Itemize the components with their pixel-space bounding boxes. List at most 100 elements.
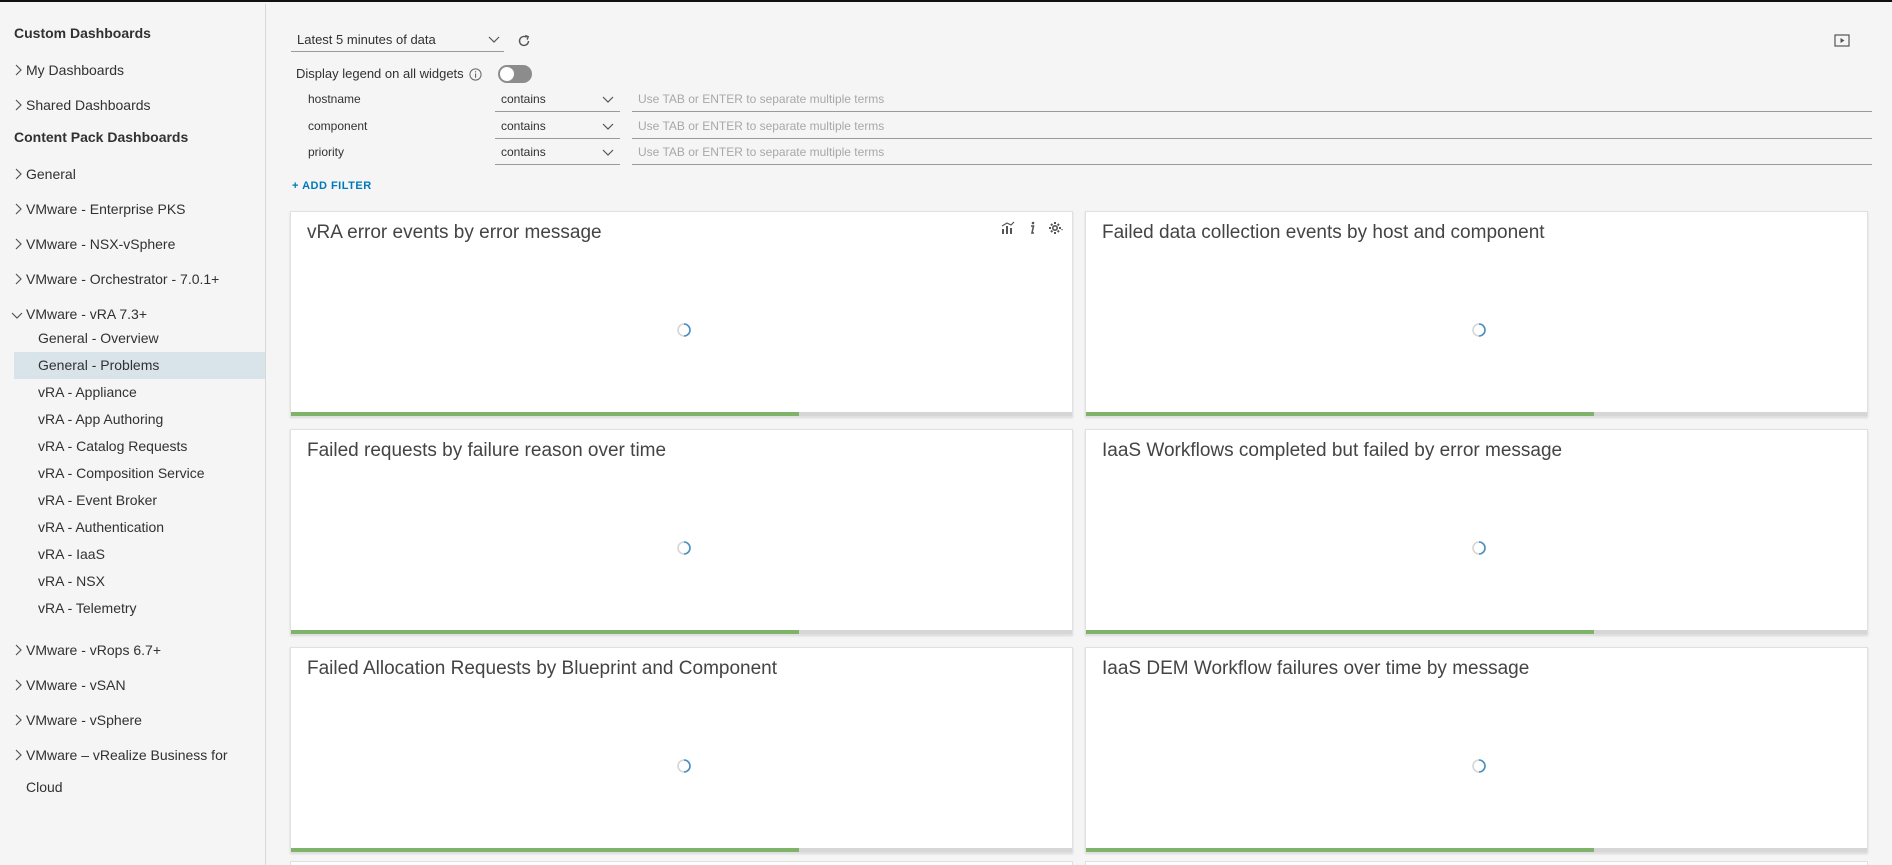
sidebar-item-vra-authentication[interactable]: vRA - Authentication bbox=[14, 514, 265, 541]
sidebar-item-vra-iaas[interactable]: vRA - IaaS bbox=[14, 541, 265, 568]
widget-title: IaaS DEM Workflow failures over time by … bbox=[1102, 658, 1530, 679]
spinner-icon bbox=[1472, 541, 1486, 555]
sidebar-group-vsphere[interactable]: VMware - vSphere bbox=[0, 704, 265, 739]
sidebar-item-vra-catalog-requests[interactable]: vRA - Catalog Requests bbox=[14, 433, 265, 460]
widget-card: Failed data collection events by host an… bbox=[1085, 211, 1868, 417]
sidebar-item-vra-appliance[interactable]: vRA - Appliance bbox=[14, 379, 265, 406]
loading-progress-bar bbox=[1086, 412, 1867, 416]
sidebar-group-nsx-vsphere[interactable]: VMware - NSX-vSphere bbox=[0, 228, 265, 263]
time-range-value: Latest 5 minutes of data bbox=[297, 32, 436, 47]
filter-terms-input[interactable]: Use TAB or ENTER to separate multiple te… bbox=[632, 88, 1872, 112]
content-pack-dashboards-title: Content Pack Dashboards bbox=[14, 129, 189, 145]
sidebar-item-general-problems[interactable]: General - Problems bbox=[14, 352, 265, 379]
widget-title: vRA error events by error message bbox=[307, 222, 602, 243]
time-range-select[interactable]: Latest 5 minutes of data bbox=[291, 30, 504, 52]
spinner-icon bbox=[677, 541, 691, 555]
filter-field-label: hostname bbox=[308, 92, 361, 106]
chevron-right-icon bbox=[15, 203, 22, 215]
filter-operator-value: contains bbox=[501, 92, 546, 106]
chevron-right-icon bbox=[15, 749, 22, 761]
spinner-icon bbox=[677, 759, 691, 773]
sidebar-group-label: VMware - NSX-vSphere bbox=[26, 236, 176, 252]
sidebar-item-vra-telemetry[interactable]: vRA - Telemetry bbox=[14, 595, 265, 622]
widget-card: Failed requests by failure reason over t… bbox=[290, 429, 1073, 635]
sidebar-group-label: Shared Dashboards bbox=[26, 97, 151, 113]
sidebar-group-orchestrator[interactable]: VMware - Orchestrator - 7.0.1+ bbox=[0, 263, 265, 298]
filter-terms-input[interactable]: Use TAB or ENTER to separate multiple te… bbox=[632, 141, 1872, 165]
chevron-right-icon bbox=[15, 714, 22, 726]
widget-card: Failed Allocation Requests by Blueprint … bbox=[290, 647, 1073, 853]
sidebar-item-vra-nsx[interactable]: vRA - NSX bbox=[14, 568, 265, 595]
sidebar-group-enterprise-pks[interactable]: VMware - Enterprise PKS bbox=[0, 193, 265, 228]
widget-card: IaaS DEM Workflow failures over time by … bbox=[1085, 647, 1868, 853]
chevron-right-icon bbox=[15, 168, 22, 180]
sidebar-group-label: VMware - vSphere bbox=[26, 712, 142, 728]
filter-operator-select[interactable]: contains bbox=[495, 141, 620, 165]
chevron-down-icon bbox=[602, 149, 614, 156]
info-letter-icon[interactable] bbox=[1024, 220, 1040, 236]
widget-title: Failed data collection events by host an… bbox=[1102, 222, 1545, 243]
chevron-right-icon bbox=[15, 644, 22, 656]
sidebar-item-vra-app-authoring[interactable]: vRA - App Authoring bbox=[14, 406, 265, 433]
chart-icon[interactable] bbox=[1000, 220, 1016, 236]
filter-row-hostname: hostname contains Use TAB or ENTER to se… bbox=[308, 88, 1888, 112]
filter-row-priority: priority contains Use TAB or ENTER to se… bbox=[308, 141, 1888, 165]
sidebar-group-vsan[interactable]: VMware - vSAN bbox=[0, 669, 265, 704]
filter-operator-value: contains bbox=[501, 145, 546, 159]
filter-operator-select[interactable]: contains bbox=[495, 115, 620, 139]
sidebar-group-general[interactable]: General bbox=[0, 158, 265, 193]
presentation-icon[interactable] bbox=[1834, 34, 1850, 48]
add-filter-button[interactable]: + ADD FILTER bbox=[292, 180, 372, 192]
filter-row-component: component contains Use TAB or ENTER to s… bbox=[308, 115, 1888, 139]
chevron-right-icon bbox=[15, 679, 22, 691]
widget-title: IaaS Workflows completed but failed by e… bbox=[1102, 440, 1563, 461]
sidebar-group-vra[interactable]: VMware - vRA 7.3+ bbox=[0, 298, 265, 325]
filter-operator-value: contains bbox=[501, 119, 546, 133]
gear-icon[interactable] bbox=[1048, 220, 1064, 236]
widget-card-partial bbox=[290, 861, 1073, 865]
sidebar-group-vrealize-business[interactable]: VMware – vRealize Business for Cloud bbox=[0, 739, 265, 795]
custom-dashboards-title: Custom Dashboards bbox=[14, 25, 151, 41]
loading-progress-bar bbox=[291, 848, 1072, 852]
chevron-down-icon bbox=[488, 36, 500, 43]
widget-title: Failed Allocation Requests by Blueprint … bbox=[307, 658, 778, 679]
filter-field-label: priority bbox=[308, 145, 345, 159]
sidebar-item-general-overview[interactable]: General - Overview bbox=[14, 325, 265, 352]
spinner-icon bbox=[677, 323, 691, 337]
sidebar-group-vrops[interactable]: VMware - vRops 6.7+ bbox=[0, 634, 265, 669]
sidebar-group-label: VMware - Enterprise PKS bbox=[26, 201, 186, 217]
loading-progress-bar bbox=[1086, 848, 1867, 852]
sidebar-group-label: General bbox=[26, 166, 76, 182]
legend-toggle[interactable] bbox=[497, 65, 532, 83]
sidebar-item-vra-event-broker[interactable]: vRA - Event Broker bbox=[14, 487, 265, 514]
widget-card: IaaS Workflows completed but failed by e… bbox=[1085, 429, 1868, 635]
sidebar-group-label: VMware - Orchestrator - 7.0.1+ bbox=[26, 271, 220, 287]
chevron-right-icon bbox=[15, 64, 22, 76]
sidebar-group-label: VMware - vSAN bbox=[26, 677, 126, 693]
chevron-right-icon bbox=[15, 99, 22, 111]
loading-progress-bar bbox=[291, 630, 1072, 634]
widget-toolbar bbox=[1000, 220, 1064, 236]
refresh-icon[interactable] bbox=[517, 34, 531, 48]
chevron-down-icon bbox=[602, 123, 614, 130]
loading-progress-bar bbox=[1086, 630, 1867, 634]
sidebar-item-vra-composition-service[interactable]: vRA - Composition Service bbox=[14, 460, 265, 487]
chevron-down-icon bbox=[11, 312, 23, 319]
sidebar-group-label: VMware – vRealize Business for Cloud bbox=[26, 747, 228, 795]
filter-operator-select[interactable]: contains bbox=[495, 88, 620, 112]
legend-toggle-row: Display legend on all widgets bbox=[296, 64, 532, 84]
sidebar-group-shared-dashboards[interactable]: Shared Dashboards bbox=[0, 89, 265, 124]
info-icon[interactable] bbox=[469, 67, 482, 81]
chevron-right-icon bbox=[15, 238, 22, 250]
filter-terms-input[interactable]: Use TAB or ENTER to separate multiple te… bbox=[632, 115, 1872, 139]
sidebar-group-label: VMware - vRops 6.7+ bbox=[26, 642, 161, 658]
sidebar-group-label: VMware - vRA 7.3+ bbox=[26, 306, 147, 322]
legend-label: Display legend on all widgets bbox=[296, 66, 464, 81]
widget-card: vRA error events by error message bbox=[290, 211, 1073, 417]
sidebar: Custom Dashboards My Dashboards Shared D… bbox=[0, 4, 266, 865]
toggle-knob bbox=[499, 67, 514, 81]
sidebar-group-my-dashboards[interactable]: My Dashboards bbox=[0, 54, 265, 89]
chevron-down-icon bbox=[602, 96, 614, 103]
widget-card-partial bbox=[1085, 861, 1868, 865]
spinner-icon bbox=[1472, 759, 1486, 773]
